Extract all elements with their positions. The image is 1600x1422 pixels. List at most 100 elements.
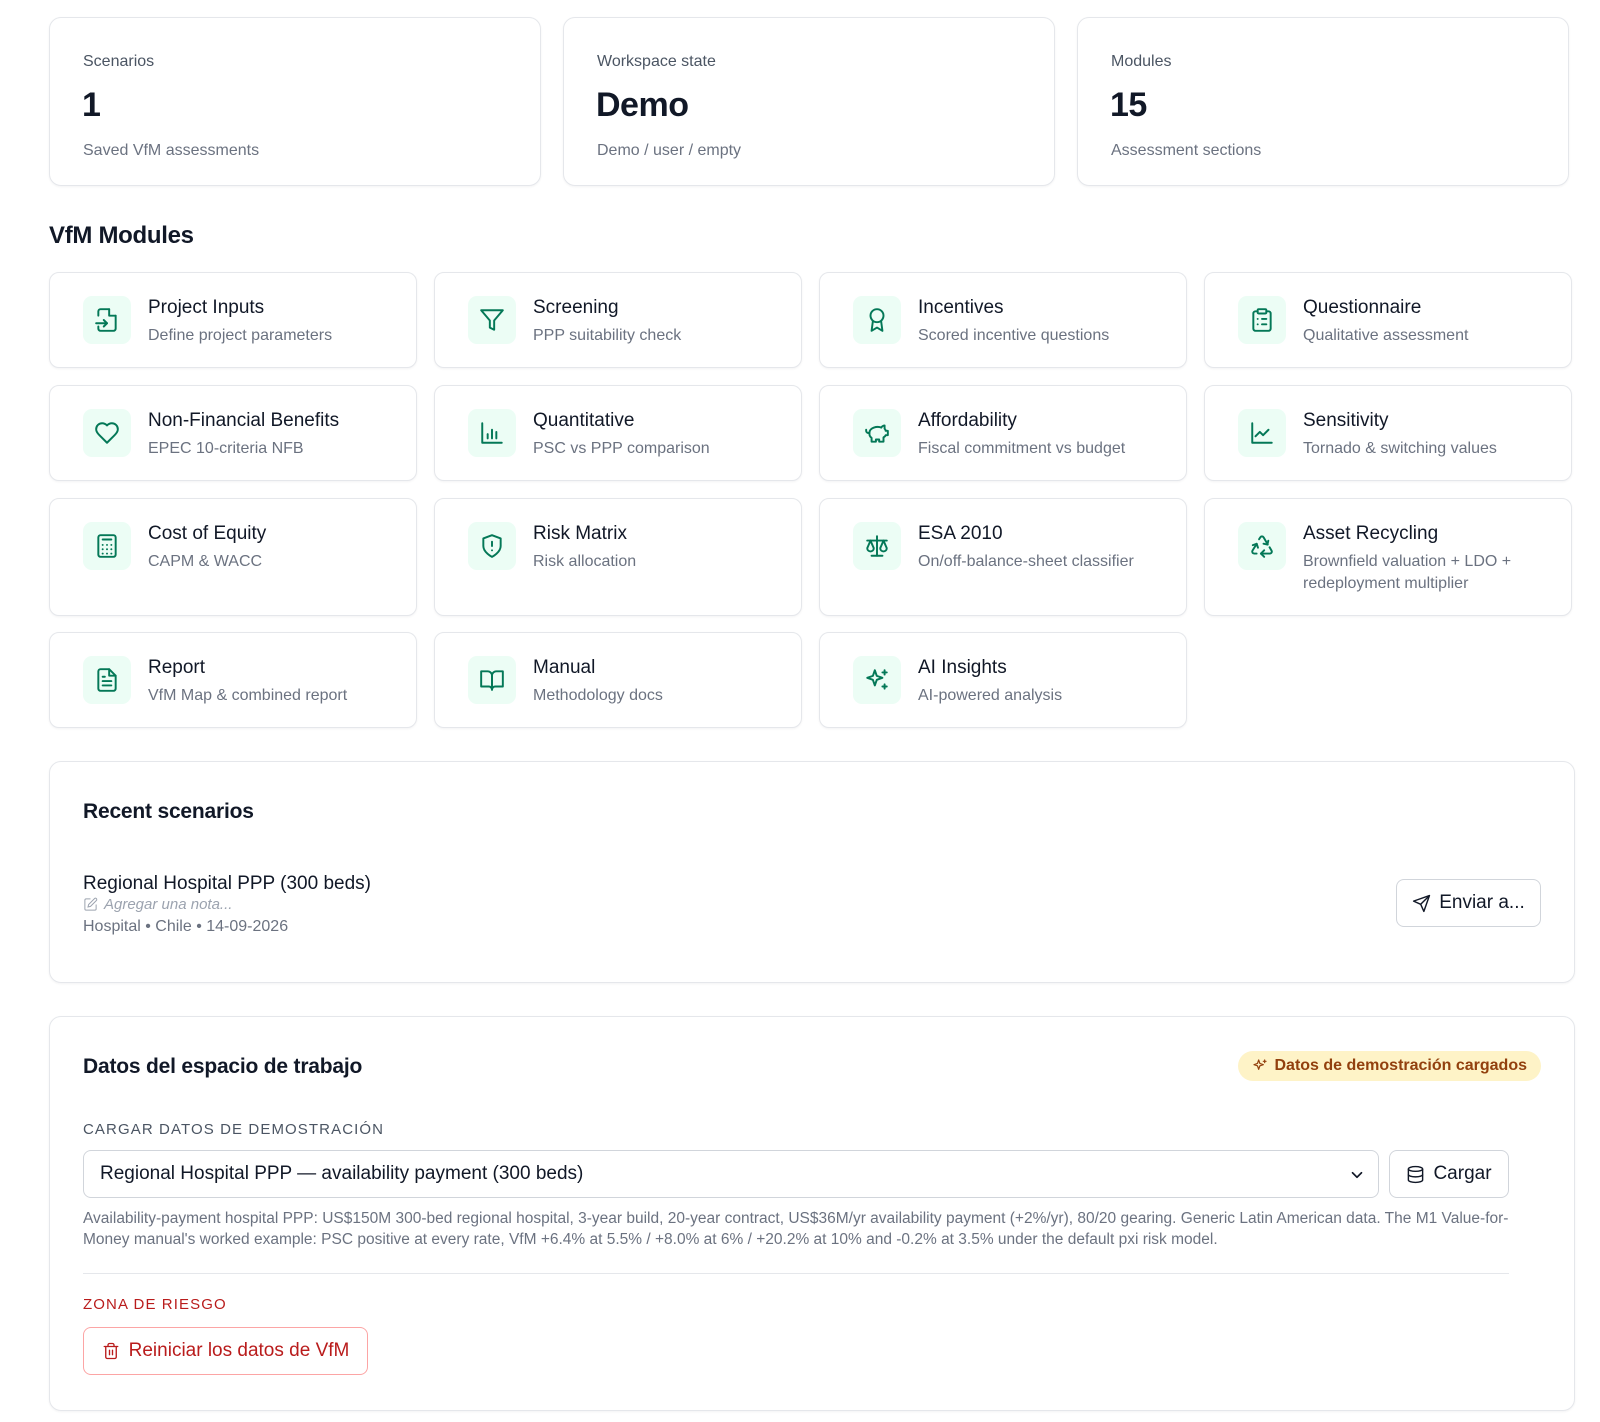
module-description: PSC vs PPP comparison — [533, 440, 710, 457]
chevron-down-icon — [1348, 1166, 1366, 1184]
module-description: On/off-balance-sheet classifier — [918, 553, 1134, 570]
module-title: Sensitivity — [1303, 410, 1389, 431]
file-input-icon — [83, 296, 131, 344]
module-card-incentives[interactable]: Incentives Scored incentive questions — [819, 272, 1187, 368]
module-title: ESA 2010 — [918, 523, 1003, 544]
module-description: VfM Map & combined report — [148, 687, 348, 704]
module-title: Report — [148, 657, 206, 678]
demo-dataset-select[interactable]: Regional Hospital PPP — availability pay… — [83, 1150, 1379, 1198]
module-description: Methodology docs — [533, 687, 663, 704]
recent-scenarios-panel: Recent scenarios Regional Hospital PPP (… — [49, 761, 1575, 983]
module-title: Project Inputs — [148, 297, 265, 318]
module-description: PPP suitability check — [533, 327, 682, 344]
stat-label: Workspace state — [597, 53, 716, 70]
module-title: Cost of Equity — [148, 523, 267, 544]
divider — [83, 1273, 1509, 1274]
module-description: Risk allocation — [533, 553, 637, 570]
module-title: Risk Matrix — [533, 523, 627, 544]
shield-alert-icon — [468, 522, 516, 570]
stat-card-scenarios: Scenarios 1 Saved VfM assessments — [49, 17, 541, 186]
scenario-name[interactable]: Regional Hospital PPP (300 beds) — [83, 873, 371, 895]
module-card-affordability[interactable]: Affordability Fiscal commitment vs budge… — [819, 385, 1187, 481]
heart-icon — [83, 409, 131, 457]
calculator-icon — [83, 522, 131, 570]
demo-loaded-badge: Datos de demostración cargados — [1238, 1051, 1541, 1081]
stat-card-workspace-state: Workspace state Demo Demo / user / empty — [563, 17, 1055, 186]
reset-label: Reiniciar los datos de VfM — [128, 1340, 350, 1361]
stat-value: 15 — [1110, 86, 1147, 124]
edit-note-icon — [84, 897, 98, 911]
stat-value: Demo — [596, 86, 689, 124]
reset-vfm-data-button[interactable]: Reiniciar los datos de VfM — [83, 1327, 368, 1375]
danger-zone-label: ZONA DE RIESGO — [83, 1296, 227, 1313]
stat-label: Scenarios — [83, 53, 155, 70]
send-to-button[interactable]: Enviar a... — [1396, 879, 1541, 927]
database-icon — [1408, 1165, 1424, 1183]
module-description: Qualitative assessment — [1303, 327, 1469, 344]
module-card-non-financial-benefits[interactable]: Non-Financial Benefits EPEC 10-criteria … — [49, 385, 417, 481]
stat-card-modules: Modules 15 Assessment sections — [1077, 17, 1569, 186]
module-card-risk-matrix[interactable]: Risk Matrix Risk allocation — [434, 498, 802, 616]
module-card-project-inputs[interactable]: Project Inputs Define project parameters — [49, 272, 417, 368]
sparkles-icon — [1253, 1059, 1268, 1070]
module-title: Manual — [533, 657, 596, 678]
module-card-manual[interactable]: Manual Methodology docs — [434, 632, 802, 728]
send-to-label: Enviar a... — [1439, 892, 1525, 913]
stat-value: 1 — [82, 86, 101, 124]
trash-icon — [103, 1342, 119, 1360]
scenario-note-placeholder: Agregar una nota... — [104, 896, 233, 913]
stat-label: Modules — [1111, 53, 1172, 70]
send-icon — [1413, 894, 1431, 912]
modules-section-title: VfM Modules — [49, 222, 194, 249]
module-card-cost-of-equity[interactable]: Cost of Equity CAPM & WACC — [49, 498, 417, 616]
stat-subtitle: Demo / user / empty — [597, 142, 742, 159]
badge-label: Datos de demostración cargados — [1274, 1057, 1527, 1074]
module-title: AI Insights — [918, 657, 1007, 678]
module-card-asset-recycling[interactable]: Asset Recycling Brownfield valuation + L… — [1204, 498, 1572, 616]
demo-dataset-description: Availability-payment hospital PPP: US$15… — [83, 1210, 1509, 1248]
stat-subtitle: Saved VfM assessments — [83, 142, 260, 159]
module-description: Define project parameters — [148, 327, 333, 344]
module-description: Fiscal commitment vs budget — [918, 440, 1126, 457]
module-title: Screening — [533, 297, 619, 318]
module-card-ai-insights[interactable]: AI Insights AI-powered analysis — [819, 632, 1187, 728]
module-card-sensitivity[interactable]: Sensitivity Tornado & switching values — [1204, 385, 1572, 481]
workspace-title: Datos del espacio de trabajo — [83, 1055, 363, 1078]
module-description: Brownfield valuation + LDO + redeploymen… — [1303, 553, 1512, 592]
module-card-report[interactable]: Report VfM Map & combined report — [49, 632, 417, 728]
module-title: Affordability — [918, 410, 1017, 431]
recycle-icon — [1238, 522, 1286, 570]
scale-icon — [853, 522, 901, 570]
bar-chart-icon — [468, 409, 516, 457]
piggy-bank-icon — [853, 409, 901, 457]
module-title: Non-Financial Benefits — [148, 410, 340, 431]
file-text-icon — [83, 656, 131, 704]
workspace-data-panel: Datos del espacio de trabajo Datos de de… — [49, 1016, 1575, 1411]
module-title: Questionnaire — [1303, 297, 1422, 318]
module-title: Quantitative — [533, 410, 635, 431]
scenario-meta: Hospital • Chile • 14-09-2026 — [83, 918, 289, 935]
line-chart-icon — [1238, 409, 1286, 457]
clipboard-list-icon — [1238, 296, 1286, 344]
demo-data-label: CARGAR DATOS DE DEMOSTRACIÓN — [83, 1121, 385, 1138]
module-title: Asset Recycling — [1303, 523, 1439, 544]
module-card-screening[interactable]: Screening PPP suitability check — [434, 272, 802, 368]
module-description: CAPM & WACC — [148, 553, 263, 570]
demo-dataset-selected: Regional Hospital PPP — availability pay… — [100, 1163, 584, 1184]
module-card-quantitative[interactable]: Quantitative PSC vs PPP comparison — [434, 385, 802, 481]
book-open-icon — [468, 656, 516, 704]
module-description: Scored incentive questions — [918, 327, 1110, 344]
module-description: Tornado & switching values — [1303, 440, 1497, 457]
recent-scenarios-title: Recent scenarios — [83, 800, 254, 823]
scenario-note-input[interactable]: Agregar una nota... — [83, 896, 232, 913]
module-card-esa-2010[interactable]: ESA 2010 On/off-balance-sheet classifier — [819, 498, 1187, 616]
award-icon — [853, 296, 901, 344]
module-description: AI-powered analysis — [918, 687, 1063, 704]
sparkles-icon — [853, 656, 901, 704]
load-label: Cargar — [1433, 1163, 1492, 1184]
module-card-questionnaire[interactable]: Questionnaire Qualitative assessment — [1204, 272, 1572, 368]
module-title: Incentives — [918, 297, 1004, 318]
module-description: EPEC 10-criteria NFB — [148, 440, 304, 457]
load-button[interactable]: Cargar — [1389, 1150, 1509, 1198]
stat-subtitle: Assessment sections — [1111, 142, 1262, 159]
